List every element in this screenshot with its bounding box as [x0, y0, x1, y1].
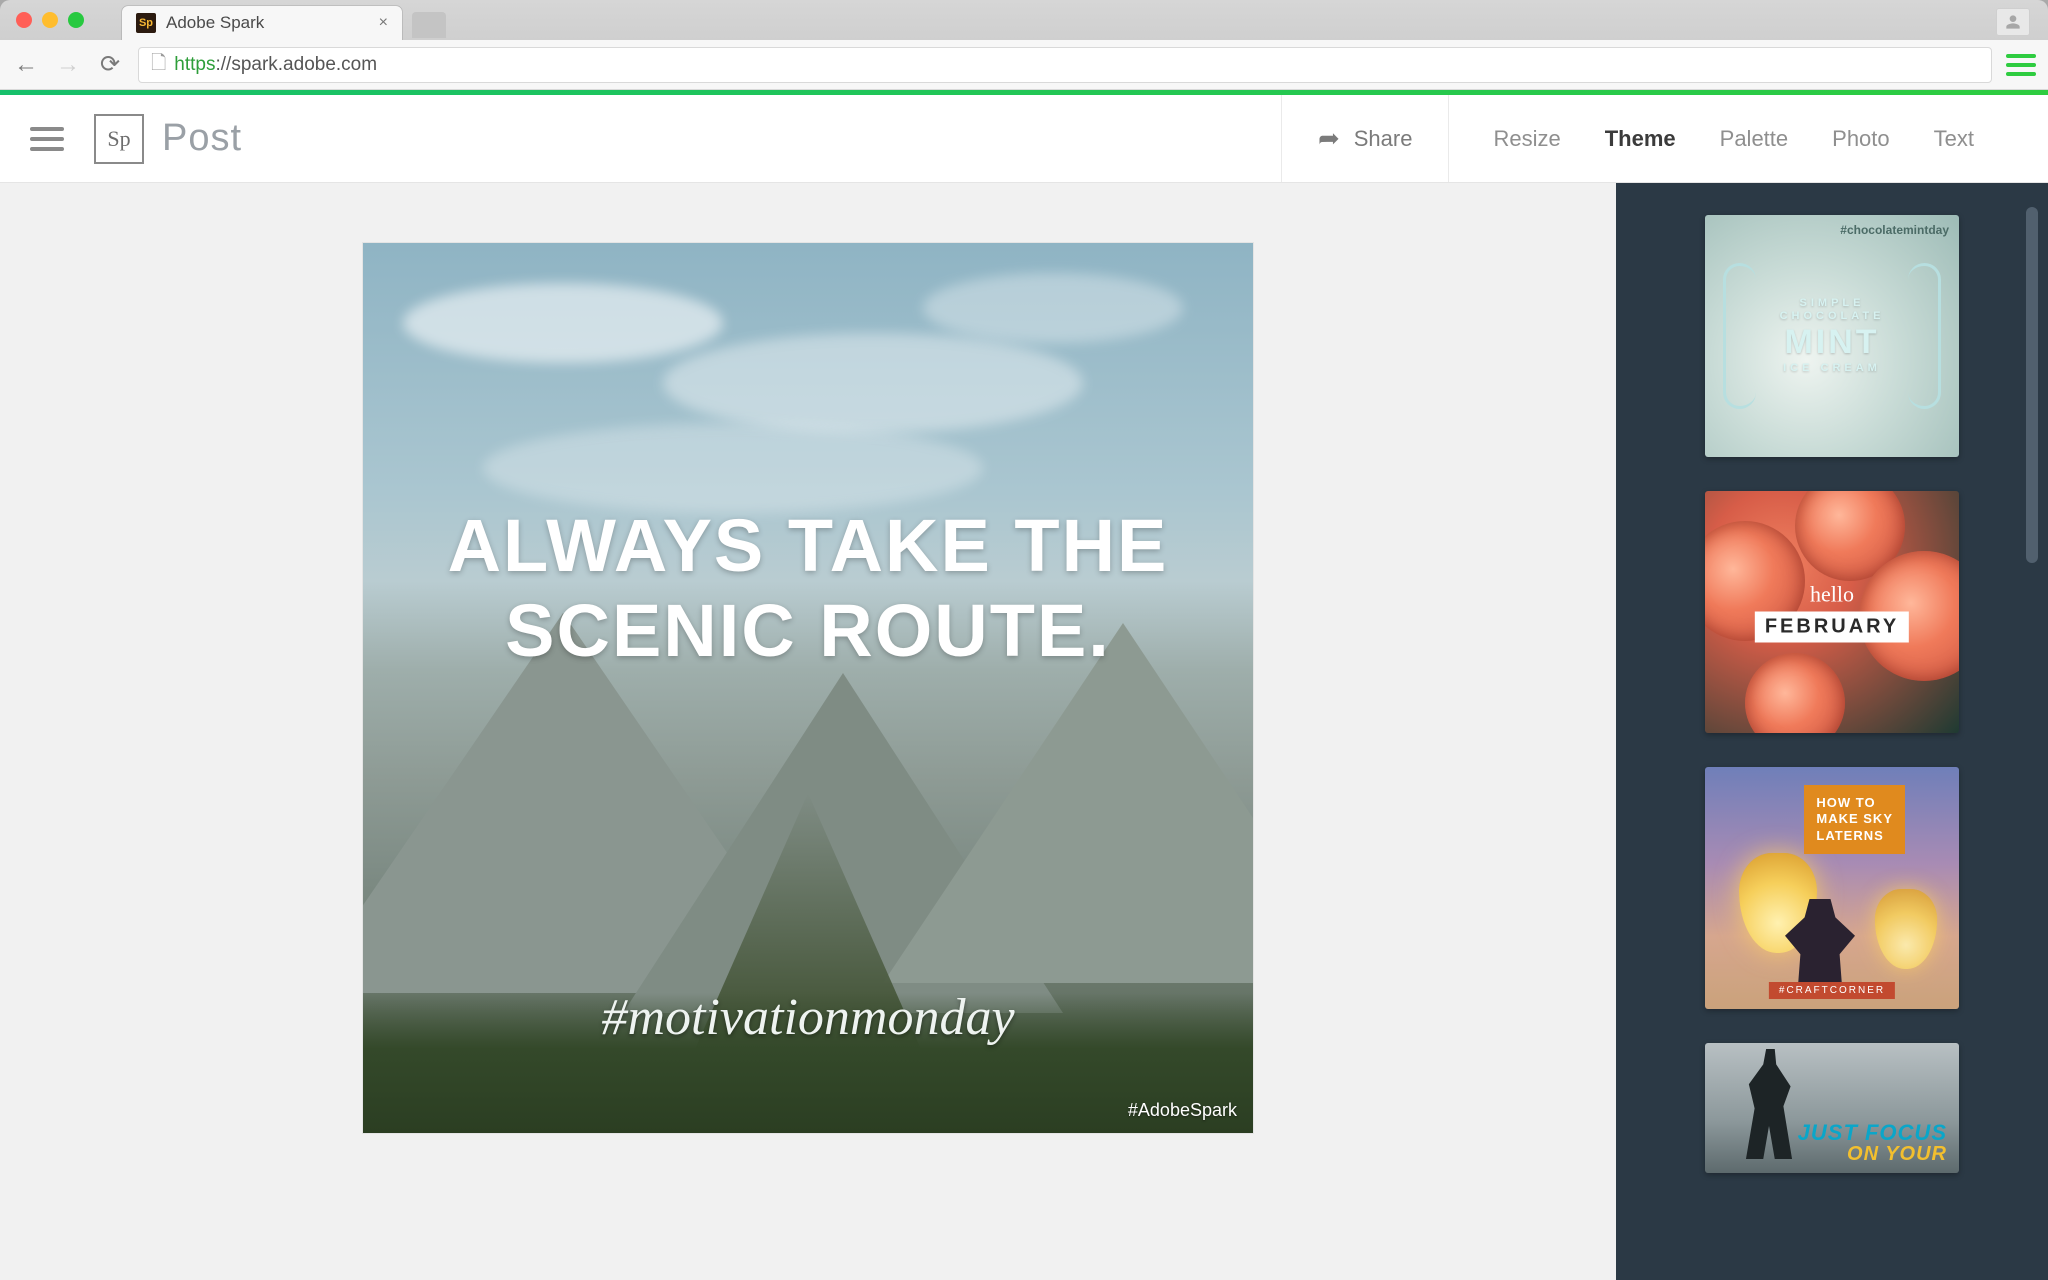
lantern-line2: MAKE SKY — [1816, 811, 1893, 826]
browser-titlebar: Sp Adobe Spark × — [0, 0, 2048, 40]
chrome-menu-icon[interactable] — [2006, 54, 2036, 76]
browser-toolbar: ← → ⟳ 🗋 https://spark.adobe.com — [0, 40, 2048, 90]
theme-mint-text: SIMPLE CHOCOLATE MINT ICE CREAM — [1780, 297, 1885, 374]
tab-theme[interactable]: Theme — [1605, 126, 1676, 152]
new-tab-button[interactable] — [412, 12, 446, 38]
canvas-hashtag[interactable]: #motivationmonday — [363, 988, 1253, 1047]
browser-tab[interactable]: Sp Adobe Spark × — [122, 6, 402, 40]
lantern-line1: HOW TO — [1816, 795, 1875, 810]
tab-photo[interactable]: Photo — [1832, 126, 1890, 152]
canvas-area: ALWAYS TAKE THE SCENIC ROUTE. #motivatio… — [0, 183, 1616, 1280]
headline-line1: ALWAYS TAKE THE — [448, 504, 1169, 587]
window-minimize-button[interactable] — [42, 12, 58, 28]
theme-mint-line1: SIMPLE — [1780, 297, 1885, 310]
window-maximize-button[interactable] — [68, 12, 84, 28]
laurel-icon: SIMPLE CHOCOLATE MINT ICE CREAM — [1723, 233, 1941, 439]
theme-focus-text: JUST FOCUS ON YOUR — [1798, 1121, 1947, 1165]
tab-title: Adobe Spark — [166, 13, 264, 33]
theme-panel: #chocolatemintday SIMPLE CHOCOLATE MINT … — [1616, 183, 2048, 1280]
theme-lantern-text: HOW TO MAKE SKY LATERNS — [1804, 785, 1905, 854]
tab-favicon: Sp — [136, 13, 156, 33]
theme-feb-month: FEBRUARY — [1755, 612, 1909, 643]
editor-tabs: Resize Theme Palette Photo Text — [1449, 95, 2018, 182]
theme-card-mint[interactable]: #chocolatemintday SIMPLE CHOCOLATE MINT … — [1705, 215, 1959, 457]
menu-icon[interactable] — [30, 127, 64, 151]
tab-close-icon[interactable]: × — [379, 14, 388, 32]
theme-card-lanterns[interactable]: HOW TO MAKE SKY LATERNS #CRAFTCORNER — [1705, 767, 1959, 1009]
theme-feb-text: hello FEBRUARY — [1755, 582, 1909, 643]
theme-card-february[interactable]: hello FEBRUARY — [1705, 491, 1959, 733]
app-section-title: Post — [162, 117, 242, 160]
theme-mint-big: MINT — [1780, 323, 1885, 362]
canvas-watermark: #AdobeSpark — [1128, 1100, 1237, 1121]
url-scheme: https — [174, 54, 215, 76]
tab-resize[interactable]: Resize — [1493, 126, 1560, 152]
theme-lantern-badge: #CRAFTCORNER — [1769, 982, 1895, 999]
focus-line2: ON YOUR — [1798, 1144, 1947, 1165]
theme-feb-hello: hello — [1755, 582, 1909, 608]
canvas-headline[interactable]: ALWAYS TAKE THE SCENIC ROUTE. — [363, 503, 1253, 673]
reload-button[interactable]: ⟳ — [96, 50, 124, 79]
runner-silhouette-icon — [1733, 1049, 1805, 1159]
url-bar[interactable]: 🗋 https://spark.adobe.com — [138, 47, 1992, 83]
url-lock-icon: 🗋 — [151, 49, 166, 81]
workspace: ALWAYS TAKE THE SCENIC ROUTE. #motivatio… — [0, 183, 2048, 1280]
share-icon: ➦ — [1318, 123, 1340, 154]
panel-scrollbar[interactable] — [2026, 207, 2038, 563]
spark-logo[interactable]: Sp — [94, 114, 144, 164]
lantern-icon — [1875, 889, 1937, 969]
theme-card-focus[interactable]: JUST FOCUS ON YOUR — [1705, 1043, 1959, 1173]
app-header: Sp Post ➦ Share Resize Theme Palette Pho… — [0, 95, 2048, 183]
theme-mint-line3: ICE CREAM — [1780, 362, 1885, 375]
tab-palette[interactable]: Palette — [1720, 126, 1789, 152]
design-canvas[interactable]: ALWAYS TAKE THE SCENIC ROUTE. #motivatio… — [363, 243, 1253, 1133]
theme-list: #chocolatemintday SIMPLE CHOCOLATE MINT … — [1664, 215, 2000, 1173]
url-rest: ://spark.adobe.com — [215, 54, 377, 76]
focus-line1: JUST FOCUS — [1798, 1121, 1947, 1144]
window-controls — [16, 12, 84, 28]
share-button[interactable]: ➦ Share — [1281, 95, 1450, 182]
app: Sp Post ➦ Share Resize Theme Palette Pho… — [0, 95, 2048, 1280]
chrome-profile-button[interactable] — [1996, 8, 2030, 36]
window-close-button[interactable] — [16, 12, 32, 28]
lantern-line3: LATERNS — [1816, 828, 1883, 843]
forward-button[interactable]: → — [54, 51, 82, 79]
tab-text[interactable]: Text — [1934, 126, 1974, 152]
theme-mint-line2: CHOCOLATE — [1780, 310, 1885, 323]
back-button[interactable]: ← — [12, 51, 40, 79]
headline-line2: SCENIC ROUTE. — [505, 589, 1111, 672]
canvas-mountains — [363, 599, 1253, 1133]
share-label: Share — [1354, 126, 1413, 152]
